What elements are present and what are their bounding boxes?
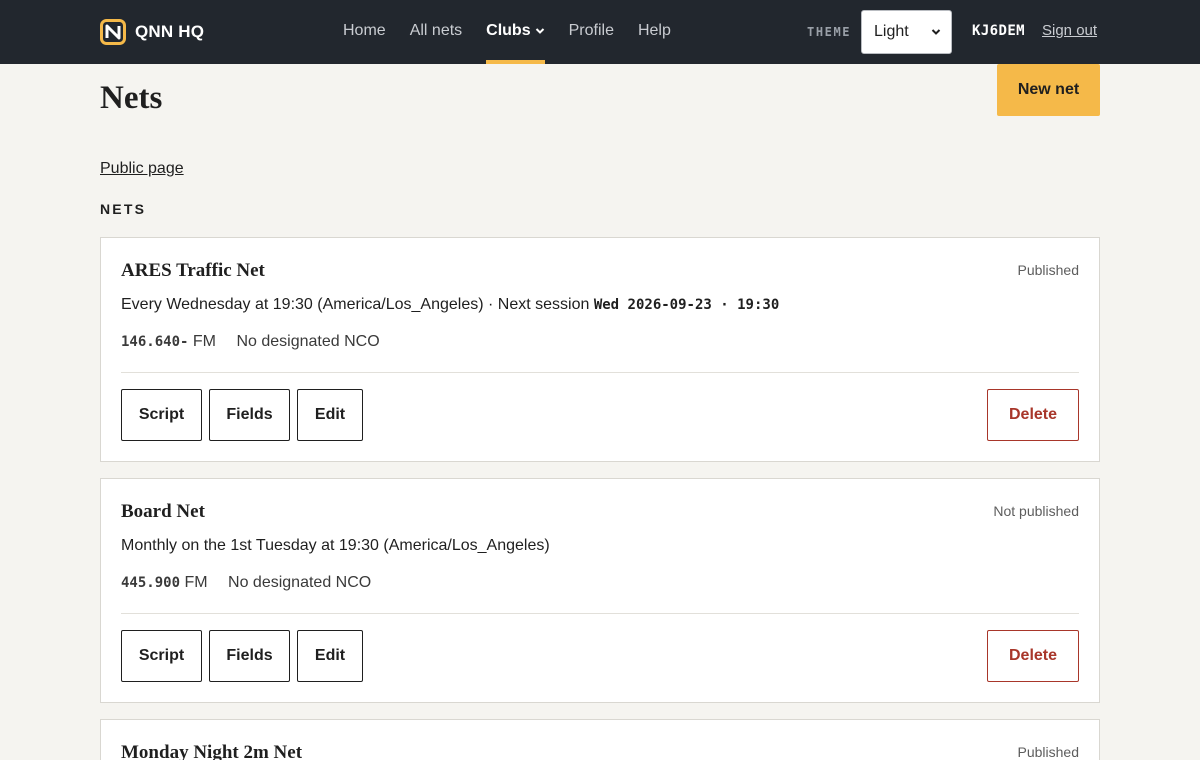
schedule-text: Every Wednesday at 19:30 (America/Los_An… [121, 296, 590, 313]
nav-item-help[interactable]: Help [638, 0, 671, 64]
chevron-down-icon [931, 29, 941, 35]
net-title: Monday Night 2m Net [121, 742, 303, 760]
nav-item-all-nets[interactable]: All nets [410, 0, 462, 64]
nco-text: No designated NCO [236, 333, 380, 350]
main-nav: Home All nets Clubs Profile Help [343, 0, 695, 64]
sign-out-link[interactable]: Sign out [1042, 22, 1097, 39]
chevron-down-icon [535, 28, 544, 34]
status-badge: Published [1017, 744, 1080, 760]
top-navigation-bar: QNN HQ Home All nets Clubs Profile Help … [0, 0, 1200, 64]
mode: FM [184, 574, 208, 591]
net-frequency-row: 146.640- FM No designated NCO [121, 333, 380, 351]
theme-select-value: Light [874, 23, 909, 40]
divider [121, 613, 1079, 614]
frequency: 146.640- [121, 334, 189, 350]
nco-text: No designated NCO [228, 574, 372, 591]
brand[interactable]: QNN HQ [100, 19, 204, 45]
frequency: 445.900 [121, 575, 181, 591]
fields-button[interactable]: Fields [209, 630, 290, 682]
user-callsign: KJ6DEM [972, 23, 1025, 39]
nets-section-label: NETS [100, 201, 147, 217]
page-title: Nets [100, 80, 163, 116]
qnn-logo-icon [100, 19, 126, 45]
edit-button[interactable]: Edit [297, 630, 363, 682]
new-net-button[interactable]: New net [997, 64, 1100, 116]
edit-button[interactable]: Edit [297, 389, 363, 441]
delete-button[interactable]: Delete [987, 630, 1079, 682]
nav-item-profile[interactable]: Profile [569, 0, 614, 64]
net-frequency-row: 445.900 FM No designated NCO [121, 574, 371, 592]
public-page-link[interactable]: Public page [100, 160, 184, 178]
delete-button[interactable]: Delete [987, 389, 1079, 441]
net-card: ARES Traffic Net Published Every Wednesd… [100, 237, 1100, 462]
fields-button[interactable]: Fields [209, 389, 290, 441]
script-button[interactable]: Script [121, 389, 202, 441]
status-badge: Published [1017, 262, 1080, 278]
net-card: Board Net Not published Monthly on the 1… [100, 478, 1100, 703]
next-session-time: Wed 2026-09-23 · 19:30 [593, 297, 780, 313]
nav-item-clubs[interactable]: Clubs [486, 0, 546, 64]
script-button[interactable]: Script [121, 630, 202, 682]
schedule-text: Monthly on the 1st Tuesday at 19:30 (Ame… [121, 537, 550, 554]
theme-label: THEME [807, 25, 852, 39]
nav-item-clubs-label: Clubs [486, 22, 531, 39]
status-badge: Not published [993, 503, 1079, 519]
theme-select[interactable]: Light [861, 10, 952, 54]
net-title: ARES Traffic Net [121, 260, 265, 281]
divider [121, 372, 1079, 373]
net-card: Monday Night 2m Net Published [100, 719, 1100, 760]
brand-name: QNN HQ [135, 22, 205, 41]
net-schedule: Every Wednesday at 19:30 (America/Los_An… [121, 296, 779, 314]
nav-item-home[interactable]: Home [343, 0, 386, 64]
net-schedule: Monthly on the 1st Tuesday at 19:30 (Ame… [121, 537, 550, 555]
net-title: Board Net [121, 501, 205, 522]
mode: FM [192, 333, 216, 350]
